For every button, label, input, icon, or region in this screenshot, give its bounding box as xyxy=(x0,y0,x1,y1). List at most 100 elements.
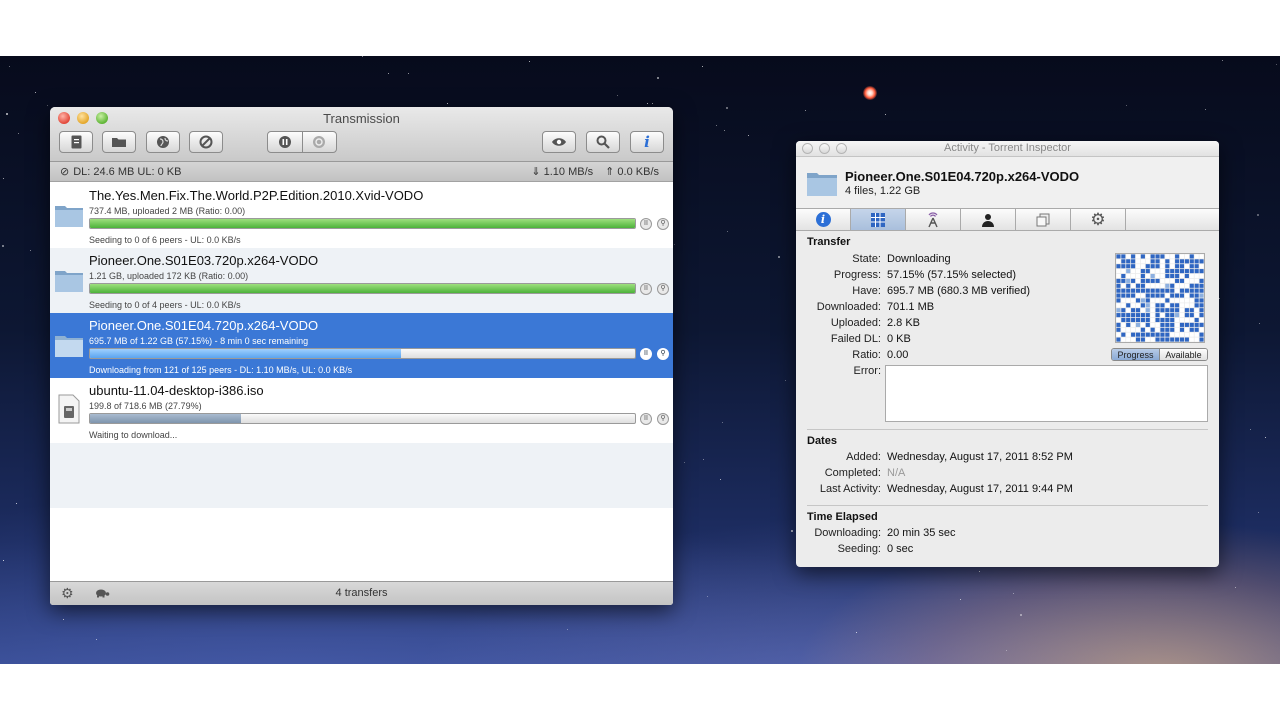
info-icon: i xyxy=(815,212,831,227)
filter-button[interactable] xyxy=(586,131,620,153)
piece-cell xyxy=(1160,273,1165,279)
open-web-button[interactable] xyxy=(146,131,180,153)
piece-cell xyxy=(1116,308,1121,313)
piece-cell xyxy=(1165,322,1170,327)
added-value: Wednesday, August 17, 2011 8:52 PM xyxy=(887,451,1073,463)
pause-icon[interactable]: II xyxy=(640,283,652,295)
piece-cell xyxy=(1194,337,1199,342)
red-star xyxy=(863,86,877,100)
piece-cell xyxy=(1131,298,1136,303)
piece-cell xyxy=(1184,332,1189,337)
torrent-row[interactable]: The.Yes.Men.Fix.The.World.P2P.Edition.20… xyxy=(50,183,673,248)
pause-icon[interactable]: II xyxy=(640,218,652,230)
quick-look-button[interactable] xyxy=(542,131,576,153)
piece-cell xyxy=(1150,308,1155,313)
pause-icon[interactable]: II xyxy=(640,348,652,360)
pause-icon[interactable]: II xyxy=(640,413,652,425)
completed-value: N/A xyxy=(887,467,906,479)
star xyxy=(748,135,749,136)
piece-cell xyxy=(1199,313,1204,318)
piece-cell xyxy=(1184,283,1189,288)
piece-cell xyxy=(1135,283,1141,288)
eye-icon xyxy=(552,138,566,146)
star xyxy=(702,66,703,67)
piece-cell xyxy=(1116,273,1121,279)
piece-cell xyxy=(1145,264,1150,269)
piece-cell xyxy=(1131,264,1136,269)
pieces-available-toggle[interactable]: Available xyxy=(1159,349,1207,360)
piece-cell xyxy=(1189,269,1194,274)
reveal-magnifier-icon[interactable]: ⚲ xyxy=(657,283,669,295)
piece-cell xyxy=(1155,273,1160,279)
seeding-time-label: Seeding: xyxy=(837,543,881,555)
piece-cell xyxy=(1145,298,1150,303)
tab-peers[interactable] xyxy=(961,209,1016,230)
piece-cell xyxy=(1194,273,1199,279)
resume-all-button[interactable] xyxy=(301,132,337,152)
star xyxy=(3,178,4,179)
tab-trackers[interactable] xyxy=(906,209,961,230)
reveal-magnifier-icon[interactable]: ⚲ xyxy=(657,413,669,425)
tab-activity[interactable] xyxy=(851,209,906,230)
piece-cell xyxy=(1179,288,1185,293)
tab-info[interactable]: i xyxy=(796,209,851,230)
progress-value: 57.15% (57.15% selected) xyxy=(887,269,1017,281)
error-field[interactable] xyxy=(885,365,1208,422)
piece-cell xyxy=(1116,288,1121,293)
piece-cell xyxy=(1135,269,1141,274)
reveal-magnifier-icon[interactable]: ⚲ xyxy=(657,348,669,360)
piece-cell xyxy=(1175,303,1180,308)
star xyxy=(684,462,685,463)
piece-cell xyxy=(1199,264,1204,269)
pause-all-button[interactable] xyxy=(268,132,302,152)
piece-cell xyxy=(1121,308,1126,313)
reveal-magnifier-icon[interactable]: ⚲ xyxy=(657,218,669,230)
piece-cell xyxy=(1155,327,1160,332)
remove-button[interactable] xyxy=(189,131,223,153)
torrent-row[interactable]: Pioneer.One.S01E03.720p.x264-VODO 1.21 G… xyxy=(50,248,673,313)
piece-cell xyxy=(1145,283,1150,288)
piece-cell xyxy=(1160,327,1165,332)
piece-cell xyxy=(1126,337,1131,342)
star xyxy=(716,125,717,126)
tab-options[interactable]: ⚙ xyxy=(1071,209,1126,230)
star xyxy=(1020,614,1022,616)
open-torrent-button[interactable] xyxy=(59,131,93,153)
tab-files[interactable] xyxy=(1016,209,1071,230)
downloading-time-label: Downloading: xyxy=(814,527,881,539)
progress-bar xyxy=(89,348,636,359)
divider xyxy=(807,505,1208,506)
piece-cell xyxy=(1179,293,1185,298)
pieces-progress-toggle[interactable]: Progress xyxy=(1112,349,1159,360)
progress-fill xyxy=(90,219,635,228)
piece-cell xyxy=(1155,308,1160,313)
torrent-list[interactable]: The.Yes.Men.Fix.The.World.P2P.Edition.20… xyxy=(50,183,673,581)
piece-cell xyxy=(1175,327,1180,332)
piece-cell xyxy=(1165,278,1170,283)
piece-cell xyxy=(1194,283,1199,288)
star xyxy=(652,103,653,104)
piece-cell xyxy=(1131,288,1136,293)
piece-cell xyxy=(1126,278,1131,283)
piece-cell xyxy=(1121,327,1126,332)
torrent-meta: 737.4 MB, uploaded 2 MB (Ratio: 0.00) xyxy=(89,206,246,216)
piece-cell xyxy=(1170,259,1175,264)
piece-cell xyxy=(1189,298,1194,303)
piece-cell xyxy=(1175,322,1180,327)
piece-cell xyxy=(1184,337,1189,342)
torrent-row-selected[interactable]: Pioneer.One.S01E04.720p.x264-VODO 695.7 … xyxy=(50,313,673,378)
inspector-button[interactable]: i xyxy=(630,131,664,153)
piece-cell xyxy=(1131,273,1136,279)
piece-cell xyxy=(1135,278,1141,283)
inspector-titlebar: Activity - Torrent Inspector xyxy=(796,141,1219,157)
speed-limit-icon[interactable]: ⊘ xyxy=(60,165,69,178)
piece-cell xyxy=(1160,259,1165,264)
star xyxy=(1205,109,1206,110)
torrent-row[interactable]: ubuntu-11.04-desktop-i386.iso 199.8 of 7… xyxy=(50,378,673,443)
star xyxy=(1006,650,1007,651)
piece-cell xyxy=(1199,332,1204,337)
piece-cell xyxy=(1145,278,1150,283)
transmission-window: Transmission i ⊘ DL: 24.6 MB UL: 0 KB ⇓ … xyxy=(50,107,673,605)
open-folder-button[interactable] xyxy=(102,131,136,153)
piece-cell xyxy=(1131,317,1136,323)
